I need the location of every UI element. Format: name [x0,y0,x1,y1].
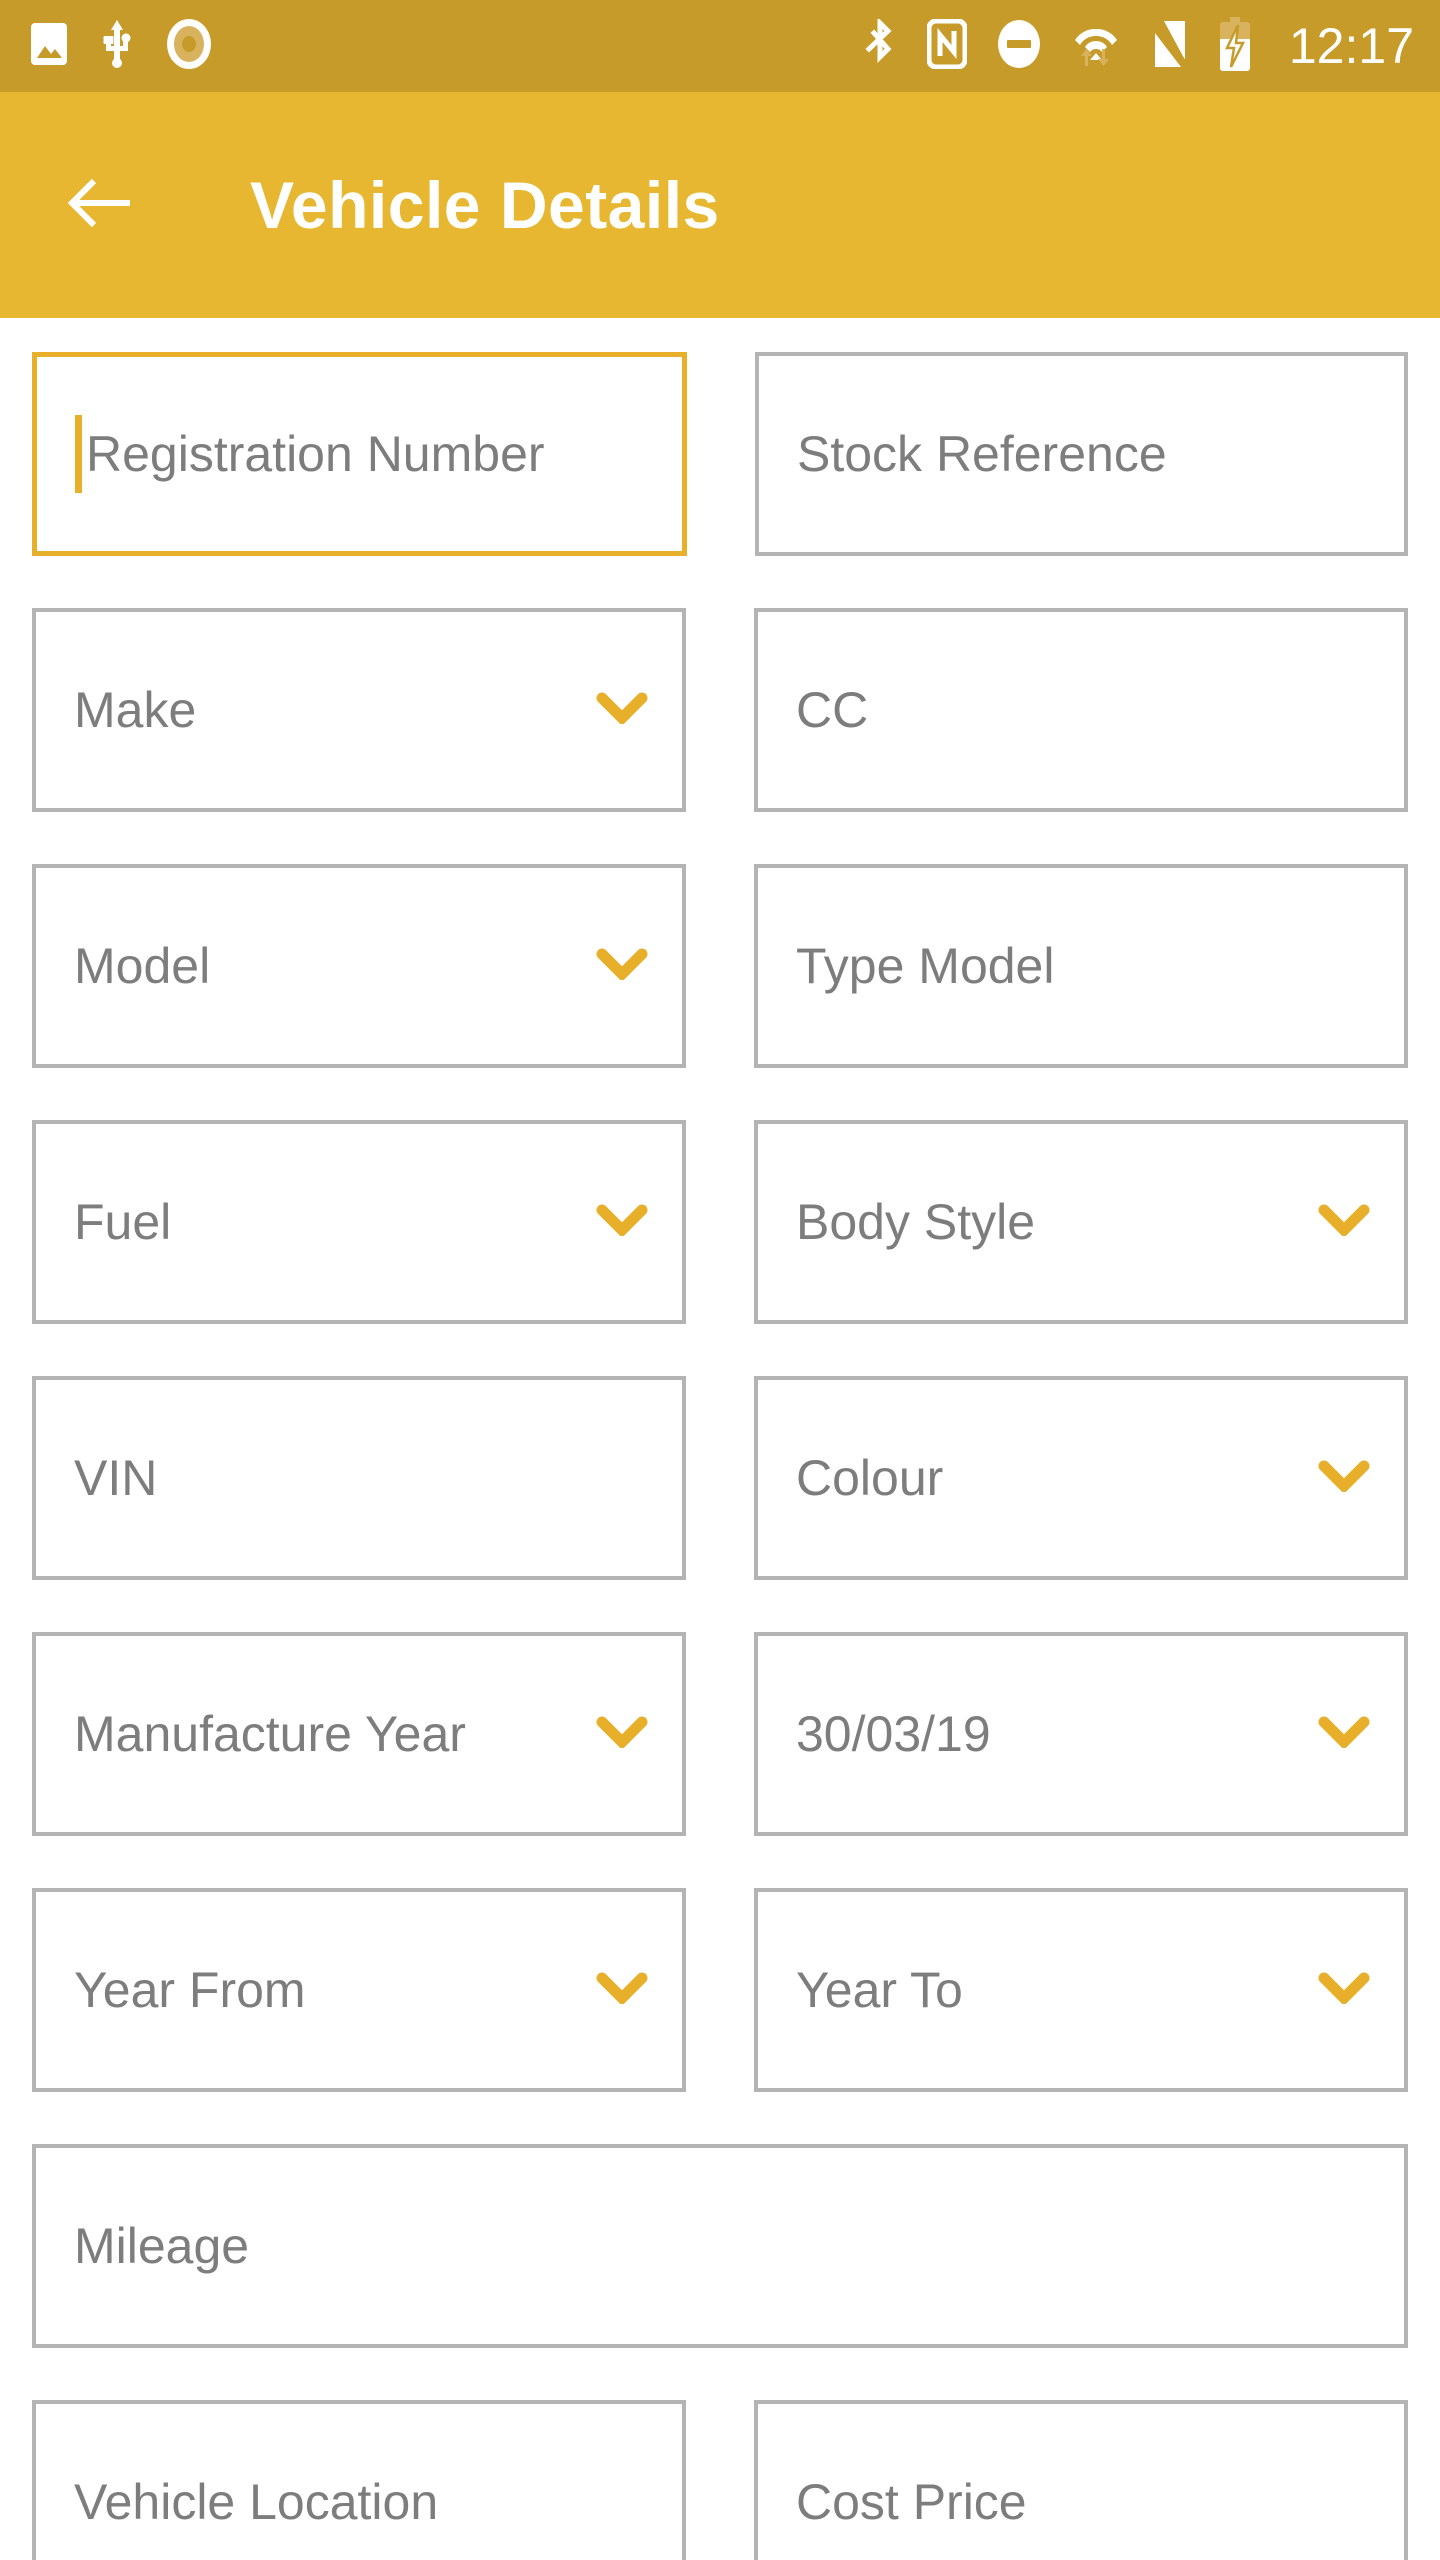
battery-charging-icon [1219,16,1251,76]
field-vin[interactable]: VIN [32,1376,686,1580]
field-model[interactable]: Model [32,864,686,1068]
chevron-down-icon[interactable] [1318,1716,1370,1753]
chevron-down-icon[interactable] [1318,1972,1370,2009]
field-label: Cost Price [796,2474,1027,2530]
field-vehicle-location[interactable]: Vehicle Location [32,2400,686,2560]
field-label: Model [74,938,211,994]
field-colour[interactable]: Colour [754,1376,1408,1580]
app-bar: Vehicle Details [0,92,1440,318]
chevron-down-icon[interactable] [1318,1460,1370,1497]
chevron-down-icon[interactable] [596,948,648,985]
back-button[interactable] [67,169,140,241]
field-label: Manufacture Year [74,1706,466,1762]
field-year-from[interactable]: Year From [32,1888,686,2092]
image-icon [30,22,68,71]
form-row: Vehicle Location Cost Price [32,2400,1408,2560]
field-label: Registration Number [86,426,545,482]
page-title: Vehicle Details [250,168,720,242]
status-bar-clock: 12:17 [1288,18,1414,74]
field-label: Make [74,682,197,738]
field-fuel[interactable]: Fuel [32,1120,686,1324]
usb-icon [100,19,134,73]
form-row: VIN Colour [32,1376,1408,1580]
form-row: Year From Year To [32,1888,1408,2092]
field-label: Fuel [74,1194,172,1250]
field-label: Mileage [74,2218,250,2274]
field-label: Colour [796,1450,944,1506]
field-label: VIN [74,1450,158,1506]
form-row: Manufacture Year 30/03/19 [32,1632,1408,1836]
field-label: Year From [74,1962,306,2018]
back-arrow-icon [67,175,140,236]
field-label: Body Style [796,1194,1036,1250]
field-label: Year To [796,1962,963,2018]
form-row: Mileage [32,2144,1408,2348]
status-bar: 12:17 [0,0,1440,92]
nfc-icon [926,18,968,74]
field-mileage[interactable]: Mileage [32,2144,1408,2348]
chevron-down-icon[interactable] [1318,1204,1370,1241]
field-stock-reference[interactable]: Stock Reference [755,352,1408,556]
field-registration-number[interactable]: Registration Number [32,352,687,556]
field-manufacture-year[interactable]: Manufacture Year [32,1632,686,1836]
chevron-down-icon[interactable] [596,1716,648,1753]
do-not-disturb-icon [997,19,1041,74]
status-bar-left-icons [30,18,212,75]
vehicle-details-form: Registration Number Stock Reference Make… [0,318,1440,2560]
field-value: 30/03/19 [796,1706,991,1762]
form-row: Fuel Body Style [32,1120,1408,1324]
field-registration-date[interactable]: 30/03/19 [754,1632,1408,1836]
record-icon [166,18,212,75]
status-bar-right-icons: 12:17 [863,16,1414,76]
wifi-icon [1071,19,1121,74]
field-type-model[interactable]: Type Model [754,864,1408,1068]
field-cc[interactable]: CC [754,608,1408,812]
form-row: Make CC [32,608,1408,812]
no-sim-icon [1150,18,1190,74]
chevron-down-icon[interactable] [596,692,648,729]
field-label: Stock Reference [797,426,1167,482]
bluetooth-icon [863,16,897,74]
field-body-style[interactable]: Body Style [754,1120,1408,1324]
form-row: Model Type Model [32,864,1408,1068]
chevron-down-icon[interactable] [596,1972,648,2009]
field-label: Type Model [796,938,1055,994]
text-caret [75,415,82,493]
field-label: Vehicle Location [74,2474,439,2530]
field-year-to[interactable]: Year To [754,1888,1408,2092]
field-make[interactable]: Make [32,608,686,812]
field-cost-price[interactable]: Cost Price [754,2400,1408,2560]
field-label: CC [796,682,869,738]
chevron-down-icon[interactable] [596,1204,648,1241]
form-row: Registration Number Stock Reference [32,352,1408,556]
